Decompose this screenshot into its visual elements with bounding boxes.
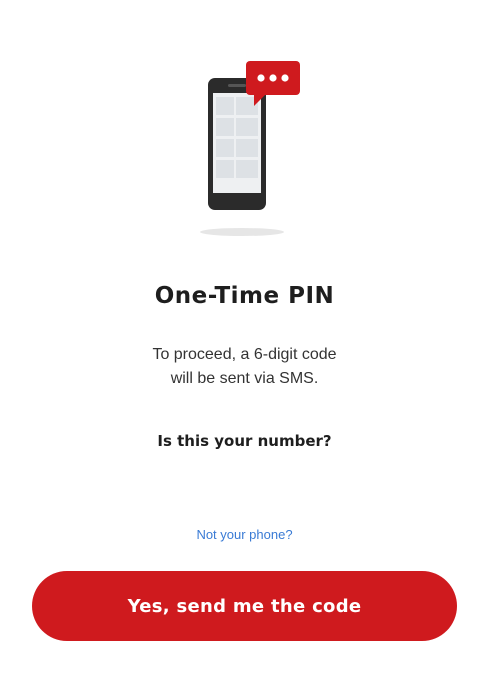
number-confirm-question: Is this your number?	[157, 432, 332, 450]
not-your-phone-link[interactable]: Not your phone?	[0, 527, 489, 542]
phone-sms-icon	[200, 61, 300, 236]
page-title: One-Time PIN	[154, 283, 335, 309]
send-code-button[interactable]: Yes, send me the code	[32, 571, 457, 641]
chat-bubble-icon	[246, 61, 300, 106]
phone-shadow	[200, 228, 284, 236]
instruction-text: To proceed, a 6-digit code will be sent …	[152, 346, 337, 387]
otp-screen: One-Time PIN To proceed, a 6-digit code …	[0, 0, 489, 674]
